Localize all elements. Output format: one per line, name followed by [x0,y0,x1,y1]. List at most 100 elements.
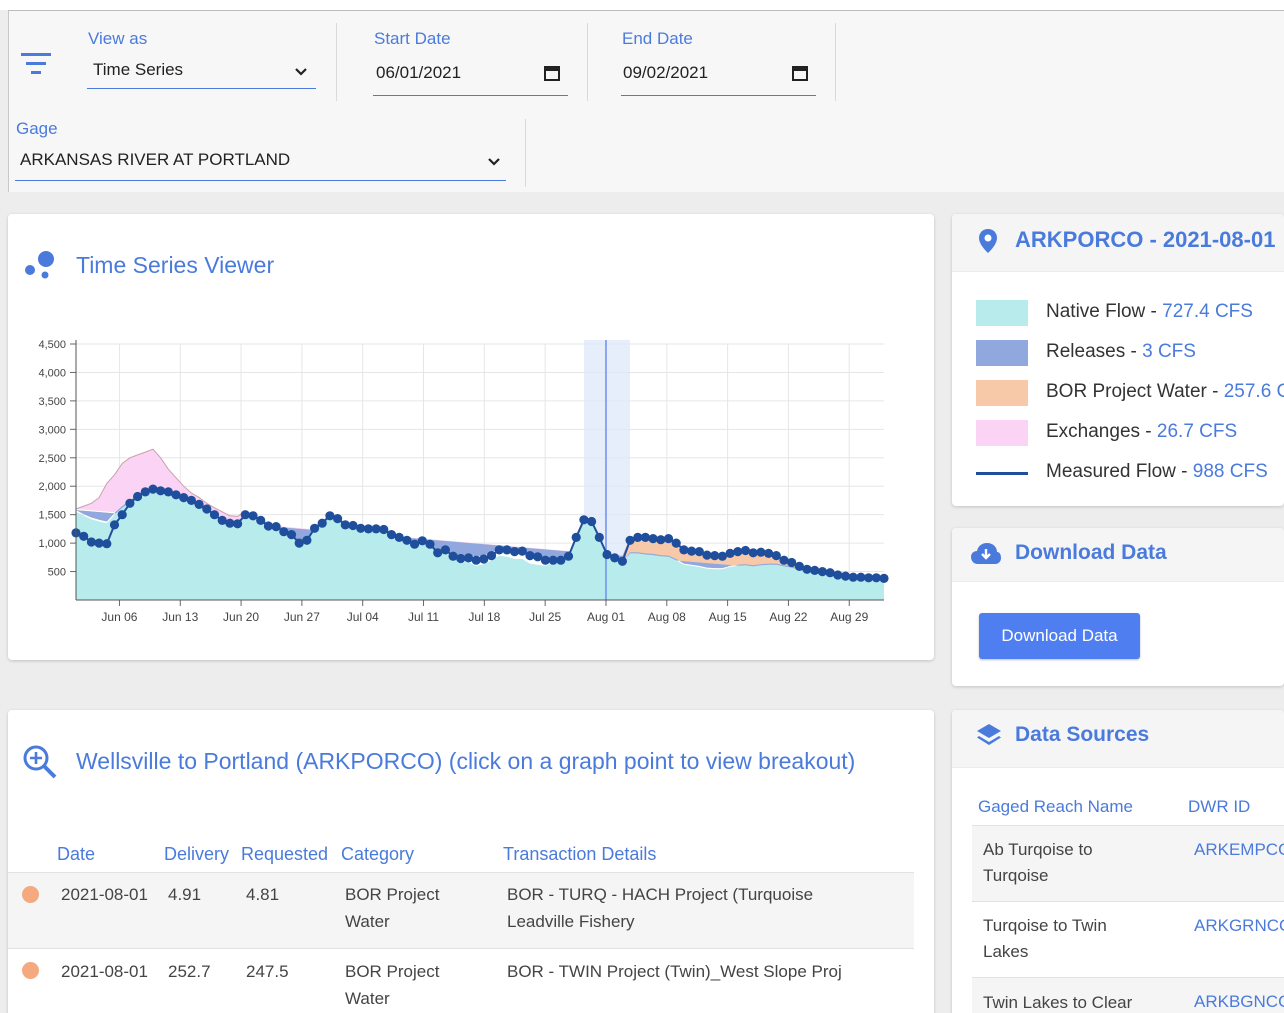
column-header-dwr-id[interactable]: DWR ID [1188,797,1250,817]
measured-flow-point [194,499,204,509]
measured-flow-point [102,539,112,549]
cell-date: 2021-08-01 [61,962,148,981]
x-tick-label: Aug 08 [648,610,686,624]
measured-flow-point [617,556,628,566]
y-tick-label: 4,500 [38,339,66,351]
cell-category: BOR Project Water [345,885,440,931]
dwr-id-link[interactable]: ARKBGNCO [1194,992,1284,1012]
legend-value: 3 CFS [1142,341,1196,362]
measured-flow-point [233,519,243,529]
download-data-button[interactable]: Download Data [979,613,1140,659]
table-row[interactable]: Turqoise to Twin Lakes ARKGRNCO [972,902,1284,977]
breakout-card: ARKPORCO - 2021-08-01 Native Flow - 727.… [952,214,1284,506]
download-title: Download Data [1015,541,1167,564]
measured-flow-point [656,535,666,545]
measured-flow-point [640,532,651,542]
legend-value: 988 CFS [1192,461,1268,482]
y-tick-label: 3,000 [38,424,66,436]
time-series-chart[interactable]: 500 1,000 1,500 2,000 2,500 3,000 3,500 4,000 4,… [8,214,934,660]
legend-value: 727.4 CFS [1162,301,1253,322]
measured-flow-point [310,523,320,533]
y-tick-label: 2,500 [38,453,66,465]
legend-label: BOR Project Water - 257.6 CFS [1046,381,1284,403]
measured-flow-point [810,565,820,575]
measured-flow-point [248,511,258,521]
y-tick-label: 1,000 [38,538,66,550]
table-row[interactable]: Twin Lakes to Clear ARKBGNCO [972,978,1284,1013]
legend-label: Releases - 3 CFS [1046,341,1196,362]
legend-value: 26.7 CFS [1156,421,1238,442]
gage-select[interactable]: ARKANSAS RIVER AT PORTLAND [20,150,290,170]
gage-underline [15,180,506,181]
measured-flow-point [202,504,212,514]
measured-flow-point [663,534,674,544]
column-header-transaction-details[interactable]: Transaction Details [503,844,656,865]
view-as-underline [87,88,316,89]
legend-label: Exchanges - 26.7 CFS [1046,421,1238,442]
legend-swatch [976,460,1028,486]
column-header-requested[interactable]: Requested [241,844,328,865]
measured-flow-point [271,522,281,532]
window-frame [0,0,1284,10]
measured-flow-point [379,524,389,535]
table-row[interactable]: 2021-08-01 4.91 4.81 BOR Project Water B… [8,873,914,948]
start-date-input[interactable]: 06/01/2021 [376,63,461,83]
dwr-id-link[interactable]: ARKEMPCO [1194,840,1284,860]
measured-flow-point [833,570,843,580]
y-tick-label: 500 [48,567,66,579]
measured-flow-point [440,545,450,555]
x-tick-label: Jun 20 [223,610,259,624]
measured-flow-point [333,514,343,524]
calendar-icon[interactable] [791,64,809,82]
measured-flow-point [502,545,512,555]
breakout-title: ARKPORCO - 2021-08-01 [1015,227,1276,252]
data-sources-card: Data Sources Gaged Reach Name DWR ID Ab … [952,710,1284,1013]
y-tick-label: 4,000 [38,367,66,379]
column-header-category[interactable]: Category [341,844,414,865]
zoom-in-icon [23,745,57,779]
status-dot [22,962,39,979]
filter-bar: View as Time Series Start Date 06/01/202… [8,11,1284,192]
x-tick-label: Aug 01 [587,610,625,624]
legend-value: 257.6 CFS [1223,381,1284,402]
data-sources-title: Data Sources [1015,723,1150,746]
x-tick-label: Jul 04 [347,610,379,624]
reach-title: Wellsville to Portland (ARKPORCO) (click… [76,748,856,774]
cell-delivery: 252.7 [168,962,211,981]
x-tick-label: Aug 15 [709,610,747,624]
chevron-down-icon[interactable] [294,67,308,77]
measured-flow-point [594,532,604,542]
dwr-id-link[interactable]: ARKGRNCO [1194,916,1284,936]
calendar-icon[interactable] [543,64,561,82]
measured-flow-point [579,515,589,525]
view-as-select[interactable]: Time Series [93,60,183,80]
column-header-delivery[interactable]: Delivery [164,844,229,865]
end-date-input[interactable]: 09/02/2021 [623,63,708,83]
measured-flow-point [256,515,266,525]
measured-flow-point [517,546,527,556]
end-date-label: End Date [622,29,693,48]
measured-flow-point [240,510,250,520]
measured-flow-point [148,484,158,494]
measured-flow-point [209,510,220,520]
table-row[interactable]: 2021-08-01 252.7 247.5 BOR Project Water… [8,949,914,1013]
table-row[interactable]: Ab Turqoise to Turqoise ARKEMPCO [972,826,1284,901]
cell-details: BOR - TWIN Project (Twin)_West Slope Pro… [507,962,842,981]
x-tick-label: Jul 18 [468,610,500,624]
reach-card: Wellsville to Portland (ARKPORCO) (click… [8,710,934,1013]
column-header-reach-name[interactable]: Gaged Reach Name [978,797,1133,817]
cell-requested: 247.5 [246,962,289,981]
cell-delivery: 4.91 [168,885,202,904]
x-tick-label: Jun 27 [284,610,320,624]
legend-swatch [976,420,1028,446]
measured-flow-point [525,551,535,561]
divider [835,23,836,101]
chevron-down-icon[interactable] [487,157,501,167]
measured-flow-point [817,567,828,577]
divider [336,23,337,101]
measured-flow-point [425,539,435,549]
filter-menu-icon[interactable] [21,49,51,79]
column-header-date[interactable]: Date [57,844,95,865]
measured-flow-point [302,535,312,545]
measured-flow-point [125,498,135,508]
